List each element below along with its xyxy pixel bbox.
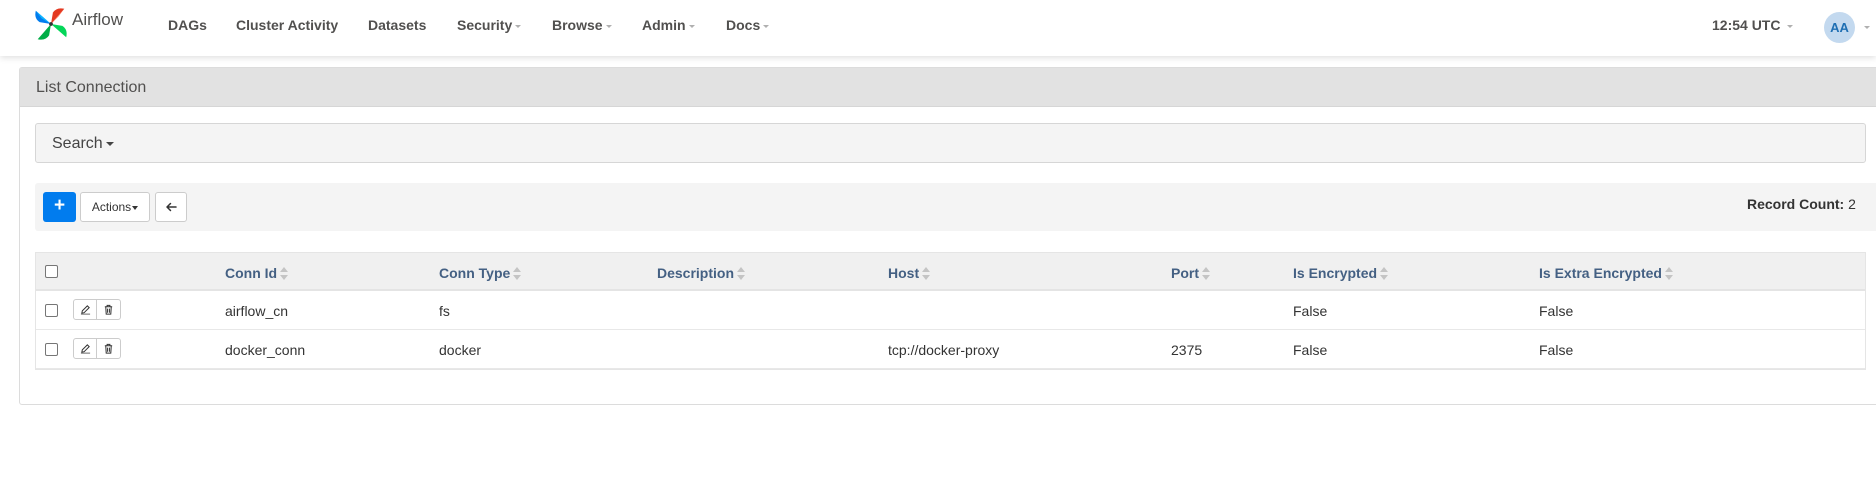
arrow-left-icon [166, 202, 177, 212]
chevron-down-icon [515, 24, 522, 28]
nav-browse[interactable]: Browse [552, 17, 612, 33]
record-count-label: Record Count: [1747, 196, 1845, 212]
airflow-pinwheel-icon [35, 8, 67, 40]
nav-docs[interactable]: Docs [726, 17, 770, 33]
page-title: List Connection [36, 79, 147, 96]
actions-dropdown-button[interactable]: Actions [80, 192, 150, 222]
sort-icon [513, 267, 522, 280]
timezone-clock[interactable]: 12:54 UTC [1712, 17, 1794, 33]
delete-record-button[interactable] [97, 339, 120, 358]
record-count-value: 2 [1848, 196, 1856, 212]
search-panel: Search [35, 123, 1866, 163]
column-header-label: Conn Id [225, 265, 278, 281]
nav-datasets[interactable]: Datasets [368, 17, 426, 33]
back-button[interactable] [155, 192, 187, 222]
user-avatar[interactable]: AA [1824, 12, 1855, 43]
chevron-down-icon [688, 24, 695, 28]
nav-security[interactable]: Security [457, 17, 522, 33]
chevron-down-icon [763, 24, 770, 28]
list-toolbar: + Actions Record Count: 2 [35, 183, 1876, 231]
table-header-row: Conn Id Conn Type Description Host Port … [36, 253, 1865, 291]
sort-icon [1380, 267, 1389, 280]
row-select-checkbox[interactable] [45, 304, 58, 317]
chevron-down-icon [605, 24, 612, 28]
nav-admin-label: Admin [642, 17, 686, 33]
column-header-label: Is Encrypted [1293, 265, 1378, 281]
brand-name: Airflow [72, 10, 124, 29]
add-record-button[interactable]: + [43, 192, 76, 222]
edit-record-button[interactable] [74, 300, 98, 319]
chevron-down-icon [1787, 24, 1794, 28]
sort-icon [1202, 267, 1210, 280]
nav-docs-label: Docs [726, 17, 761, 33]
cell-conn-type: docker [439, 342, 482, 358]
column-header-conn-type[interactable]: Conn Type [439, 265, 522, 281]
row-actions [73, 338, 121, 359]
nav-security-label: Security [457, 17, 513, 33]
column-header-conn-id[interactable]: Conn Id [225, 265, 289, 281]
nav-dags[interactable]: DAGs [168, 17, 207, 33]
cell-port: 2375 [1171, 342, 1203, 358]
nav-browse-label: Browse [552, 17, 603, 33]
sort-icon [1664, 267, 1673, 280]
column-header-label: Conn Type [439, 265, 511, 281]
column-header-port[interactable]: Port [1171, 265, 1210, 281]
edit-icon [80, 305, 90, 315]
clock-label: 12:54 UTC [1712, 17, 1781, 33]
row-actions [73, 299, 121, 320]
search-label: Search [52, 135, 103, 152]
record-count: Record Count: 2 [1747, 196, 1856, 212]
nav-admin[interactable]: Admin [642, 17, 695, 33]
cell-is-encrypted: False [1293, 303, 1328, 319]
column-header-label: Port [1171, 265, 1199, 281]
top-navbar: Airflow DAGs Cluster Activity Datasets S… [0, 0, 1876, 56]
column-header-host[interactable]: Host [888, 265, 931, 281]
search-dropdown[interactable]: Search [52, 135, 114, 153]
row-select-checkbox[interactable] [45, 343, 58, 356]
edit-record-button[interactable] [74, 339, 98, 358]
trash-icon [104, 304, 113, 315]
list-connection-panel: List Connection Search + Actions Record … [19, 67, 1876, 405]
cell-conn-type: fs [439, 303, 450, 319]
sort-icon [280, 267, 289, 280]
edit-icon [80, 344, 90, 354]
column-header-label: Host [888, 265, 920, 281]
nav-cluster-activity[interactable]: Cluster Activity [236, 17, 338, 33]
column-header-label: Description [657, 265, 735, 281]
connections-table: Conn Id Conn Type Description Host Port … [35, 252, 1866, 370]
column-header-label: Is Extra Encrypted [1539, 265, 1662, 281]
delete-record-button[interactable] [97, 300, 120, 319]
column-header-is-extra-encrypted[interactable]: Is Extra Encrypted [1539, 265, 1673, 281]
column-header-is-encrypted[interactable]: Is Encrypted [1293, 265, 1389, 281]
cell-conn-id: airflow_cn [225, 303, 289, 319]
table-row: docker_conn docker tcp://docker-proxy 23… [36, 330, 1865, 369]
sort-icon [737, 267, 746, 280]
caret-down-icon [105, 141, 114, 146]
trash-icon [104, 343, 113, 354]
panel-heading: List Connection [20, 68, 1876, 107]
cell-is-extra-encrypted: False [1539, 342, 1574, 358]
cell-is-extra-encrypted: False [1539, 303, 1574, 319]
cell-is-encrypted: False [1293, 342, 1328, 358]
caret-down-icon [132, 205, 139, 210]
actions-label: Actions [91, 200, 132, 214]
select-all-checkbox[interactable] [45, 265, 58, 278]
cell-host: tcp://docker-proxy [888, 342, 1000, 358]
table-row: airflow_cn fs False False [36, 291, 1865, 330]
sort-icon [922, 267, 931, 280]
chevron-down-icon [1864, 26, 1870, 29]
cell-conn-id: docker_conn [225, 342, 306, 358]
column-header-description[interactable]: Description [657, 265, 746, 281]
brand-logo-link[interactable]: Airflow [32, 5, 123, 43]
